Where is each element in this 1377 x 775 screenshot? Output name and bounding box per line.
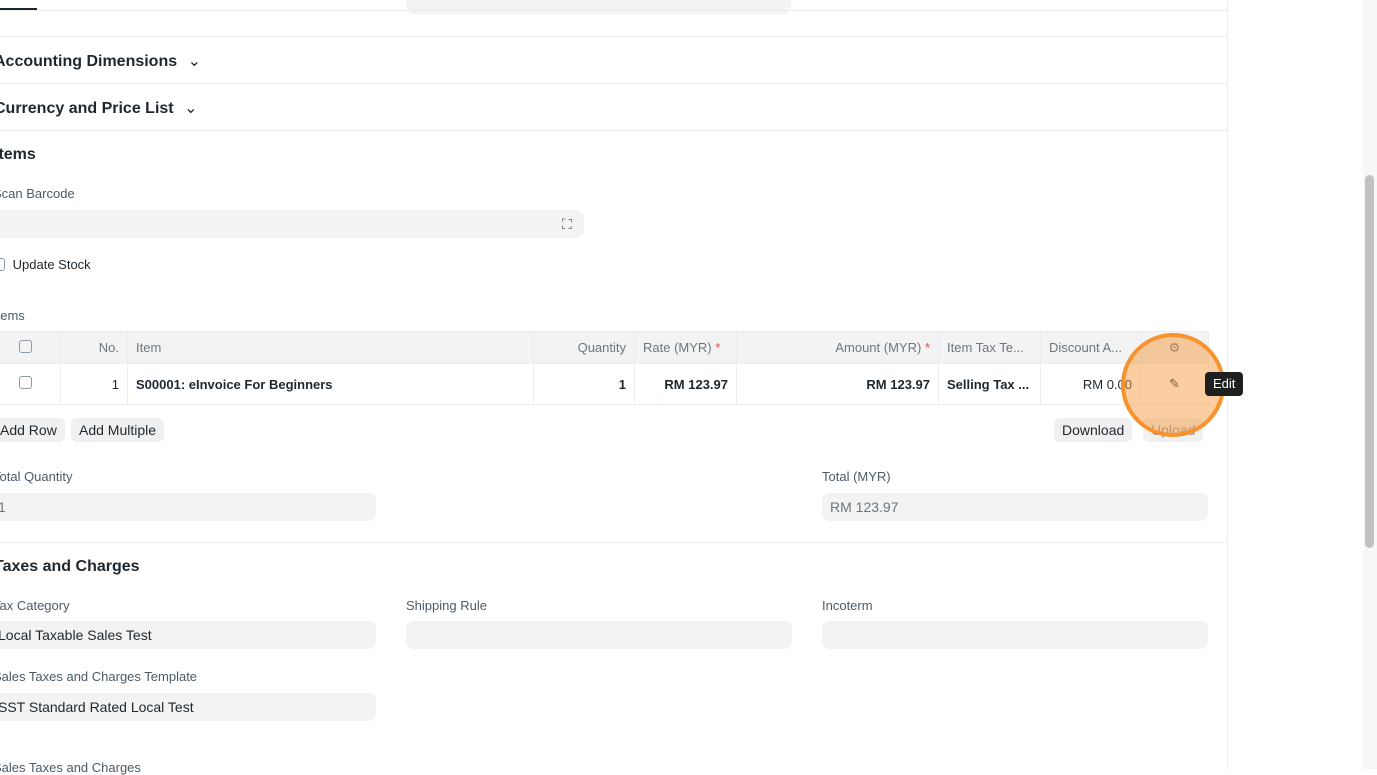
row-rate[interactable]: RM 123.97: [634, 363, 737, 405]
row-no: 1: [60, 363, 128, 405]
tax-category-input[interactable]: Local Taxable Sales Test: [0, 621, 376, 649]
scrollbar-thumb[interactable]: [1365, 175, 1374, 548]
scan-icon[interactable]: ⛶: [562, 216, 572, 233]
header-item-tax: Item Tax Te...: [938, 331, 1041, 364]
table-header: No. Item Quantity Rate (MYR) * Amount (M…: [0, 331, 1209, 364]
items-table-label: Items: [0, 308, 25, 323]
total-quantity-label: Total Quantity: [0, 469, 73, 484]
chevron-down-icon: ⌄: [184, 100, 198, 117]
section-currency-price-list[interactable]: Currency and Price List ⌄: [0, 98, 197, 118]
incoterm-input[interactable]: [822, 621, 1208, 649]
total-field: RM 123.97: [822, 493, 1208, 521]
row-checkbox[interactable]: [0, 363, 61, 405]
header-quantity: Quantity: [533, 331, 635, 364]
header-no: No.: [60, 331, 128, 364]
download-button[interactable]: Download: [1054, 418, 1133, 442]
select-all-checkbox[interactable]: [0, 331, 61, 364]
section-title: Accounting Dimensions: [0, 53, 178, 70]
total-label: Total (MYR): [822, 469, 891, 484]
taxes-template-input[interactable]: SST Standard Rated Local Test: [0, 693, 376, 721]
header-discount: Discount A...: [1040, 331, 1141, 364]
items-table: No. Item Quantity Rate (MYR) * Amount (M…: [0, 331, 1209, 405]
add-multiple-button[interactable]: Add Multiple: [71, 418, 165, 442]
taxes-charges-label: Sales Taxes and Charges: [0, 760, 141, 775]
form-page: Accounting Dimensions ⌄ Currency and Pri…: [0, 0, 1244, 775]
add-row-button[interactable]: Add Row: [0, 418, 65, 442]
incoterm-label: Incoterm: [822, 598, 873, 613]
row-amount[interactable]: RM 123.97: [736, 363, 939, 405]
tax-category-label: Tax Category: [0, 598, 70, 613]
scan-barcode-label: Scan Barcode: [0, 186, 75, 201]
shipping-rule-label: Shipping Rule: [406, 598, 487, 613]
header-rate: Rate (MYR) *: [634, 331, 737, 364]
section-items-title: Items: [0, 146, 36, 163]
scan-barcode-input[interactable]: [0, 210, 584, 238]
header-item: Item: [127, 331, 534, 364]
total-quantity-field: 1: [0, 493, 376, 521]
section-accounting-dimensions[interactable]: Accounting Dimensions ⌄: [0, 51, 201, 71]
update-stock-checkbox[interactable]: Update Stock: [0, 257, 91, 274]
scrollbar[interactable]: [1363, 0, 1377, 769]
row-item[interactable]: S00001: eInvoice For Beginners: [127, 363, 534, 405]
field-input-top[interactable]: [406, 0, 791, 14]
row-quantity[interactable]: 1: [533, 363, 635, 405]
section-taxes-title: Taxes and Charges: [0, 558, 140, 575]
edit-tooltip: Edit: [1205, 372, 1244, 396]
row-item-tax[interactable]: Selling Tax ...: [938, 363, 1041, 405]
section-title: Currency and Price List: [0, 100, 174, 117]
chevron-down-icon: ⌄: [187, 53, 201, 70]
shipping-rule-input[interactable]: [406, 621, 792, 649]
taxes-template-label: Sales Taxes and Charges Template: [0, 669, 198, 684]
update-stock-label: Update Stock: [12, 257, 91, 272]
table-row[interactable]: 1 S00001: eInvoice For Beginners 1 RM 12…: [0, 363, 1209, 405]
header-amount: Amount (MYR) *: [736, 331, 939, 364]
